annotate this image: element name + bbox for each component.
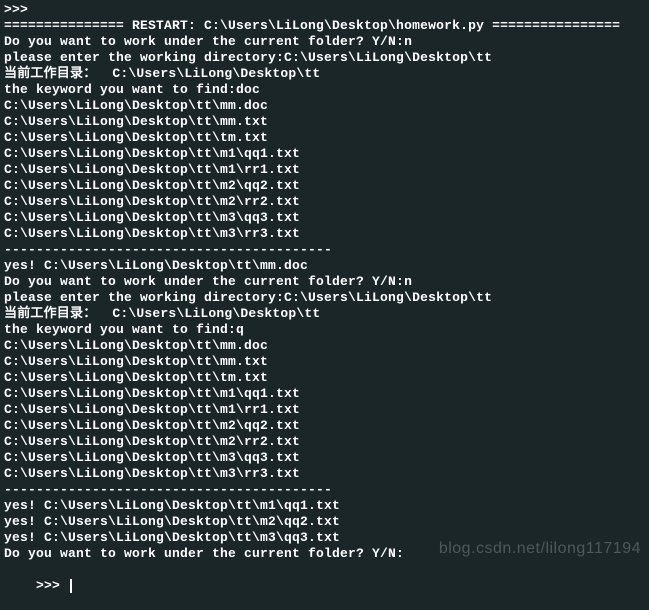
output-line: C:\Users\LiLong\Desktop\tt\m1\qq1.txt [4, 146, 645, 162]
output-line: ----------------------------------------… [4, 242, 645, 258]
output-line: 当前工作目录： C:\Users\LiLong\Desktop\tt [4, 306, 645, 322]
output-line: C:\Users\LiLong\Desktop\tt\m1\rr1.txt [4, 162, 645, 178]
output-line: C:\Users\LiLong\Desktop\tt\m3\rr3.txt [4, 466, 645, 482]
output-line: C:\Users\LiLong\Desktop\tt\mm.doc [4, 98, 645, 114]
output-line: C:\Users\LiLong\Desktop\tt\m2\rr2.txt [4, 194, 645, 210]
output-line: >>> [4, 2, 645, 18]
output-line: C:\Users\LiLong\Desktop\tt\m3\qq3.txt [4, 210, 645, 226]
output-line: C:\Users\LiLong\Desktop\tt\m2\rr2.txt [4, 434, 645, 450]
output-line: please enter the working directory:C:\Us… [4, 50, 645, 66]
terminal-output[interactable]: >>>=============== RESTART: C:\Users\LiL… [0, 0, 649, 575]
output-line: C:\Users\LiLong\Desktop\tt\m1\qq1.txt [4, 386, 645, 402]
output-line: C:\Users\LiLong\Desktop\tt\m1\rr1.txt [4, 402, 645, 418]
output-line: C:\Users\LiLong\Desktop\tt\mm.txt [4, 354, 645, 370]
output-line: C:\Users\LiLong\Desktop\tt\tm.txt [4, 130, 645, 146]
output-line: =============== RESTART: C:\Users\LiLong… [4, 18, 645, 34]
output-line: C:\Users\LiLong\Desktop\tt\m3\qq3.txt [4, 450, 645, 466]
cursor-icon [70, 579, 72, 593]
input-prompt-line[interactable]: >>> [4, 562, 645, 610]
output-line: ----------------------------------------… [4, 482, 645, 498]
output-line: 当前工作目录： C:\Users\LiLong\Desktop\tt [4, 66, 645, 82]
output-line: yes! C:\Users\LiLong\Desktop\tt\m3\qq3.t… [4, 530, 645, 546]
output-line: Do you want to work under the current fo… [4, 546, 645, 562]
output-line: the keyword you want to find:q [4, 322, 645, 338]
output-line: C:\Users\LiLong\Desktop\tt\mm.txt [4, 114, 645, 130]
output-line: C:\Users\LiLong\Desktop\tt\m2\qq2.txt [4, 418, 645, 434]
output-line: Do you want to work under the current fo… [4, 34, 645, 50]
output-line: yes! C:\Users\LiLong\Desktop\tt\mm.doc [4, 258, 645, 274]
output-line: C:\Users\LiLong\Desktop\tt\tm.txt [4, 370, 645, 386]
output-line: yes! C:\Users\LiLong\Desktop\tt\m2\qq2.t… [4, 514, 645, 530]
output-line: C:\Users\LiLong\Desktop\tt\m2\qq2.txt [4, 178, 645, 194]
output-line: please enter the working directory:C:\Us… [4, 290, 645, 306]
prompt-symbol: >>> [36, 578, 68, 593]
output-line: the keyword you want to find:doc [4, 82, 645, 98]
output-line: C:\Users\LiLong\Desktop\tt\m3\rr3.txt [4, 226, 645, 242]
output-line: Do you want to work under the current fo… [4, 274, 645, 290]
output-line: C:\Users\LiLong\Desktop\tt\mm.doc [4, 338, 645, 354]
output-line: yes! C:\Users\LiLong\Desktop\tt\m1\qq1.t… [4, 498, 645, 514]
